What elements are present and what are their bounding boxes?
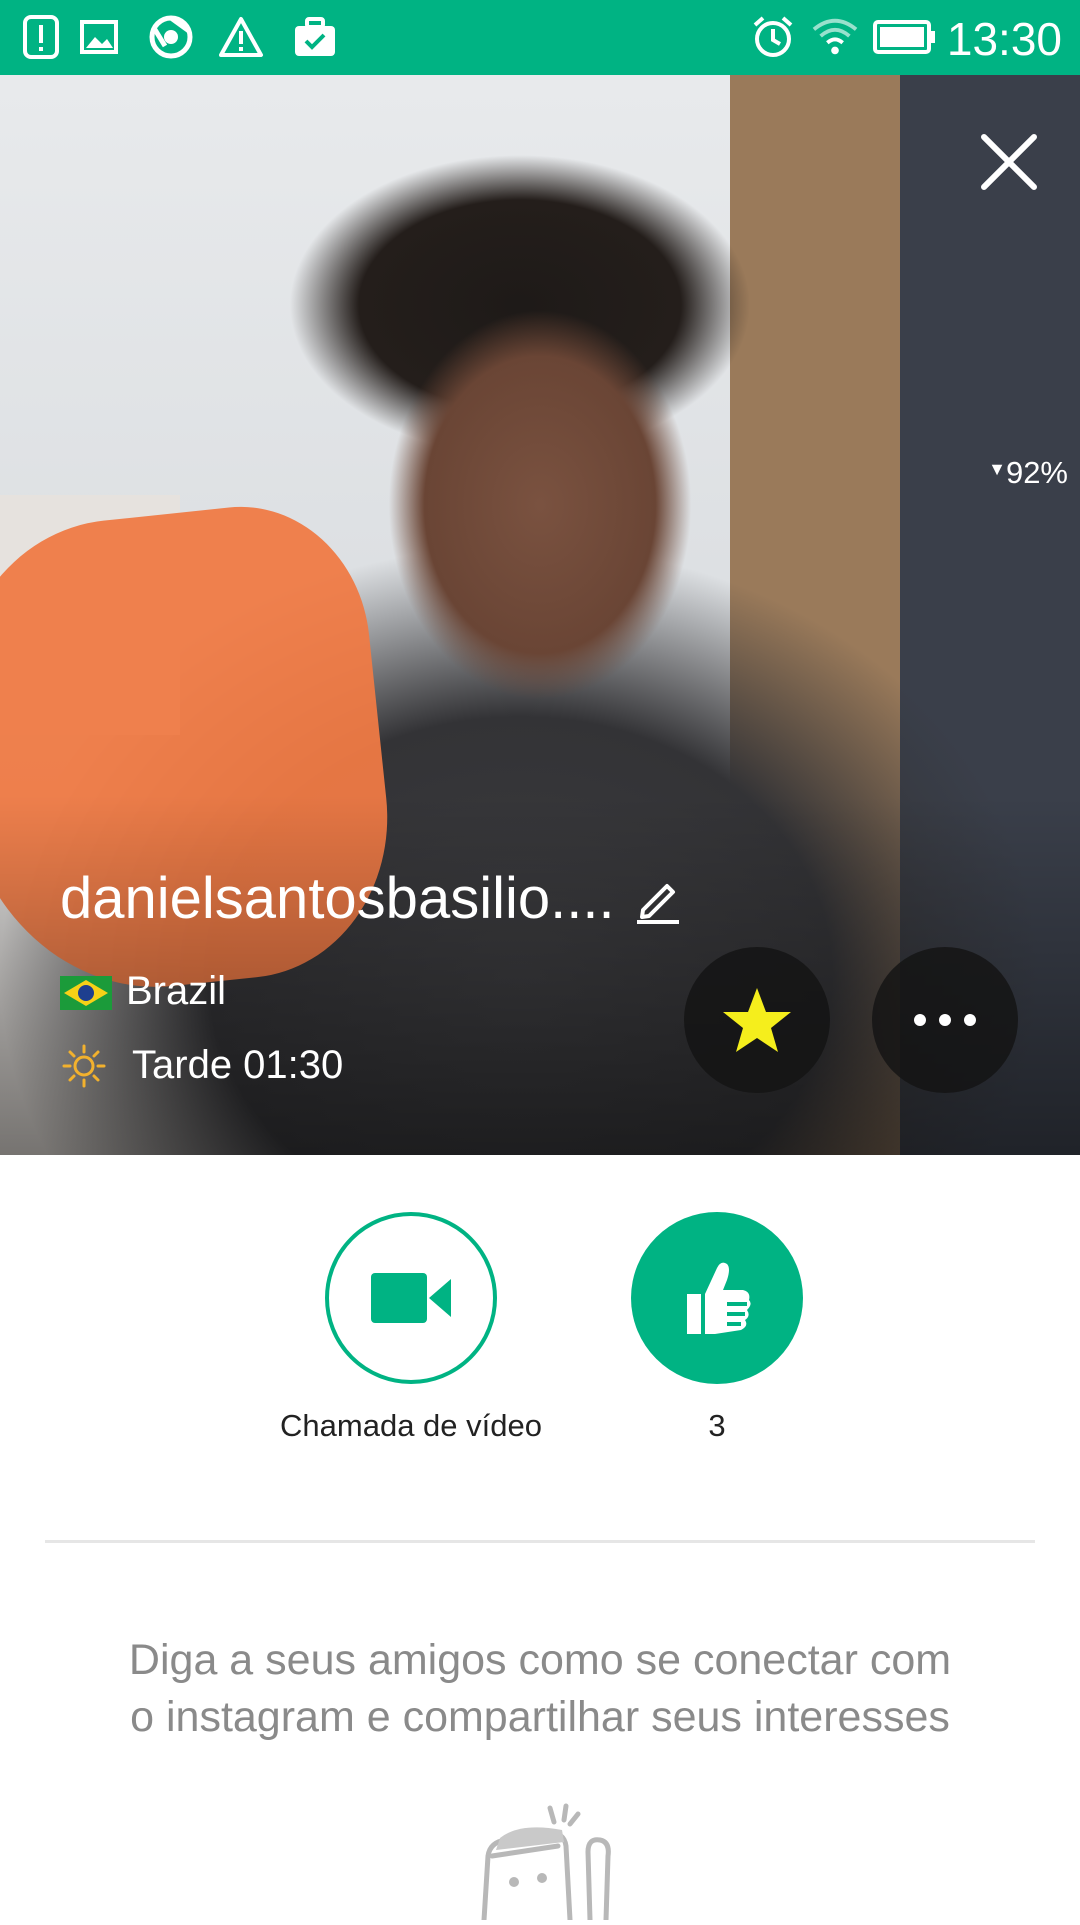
battery-icon — [872, 14, 938, 60]
small-triangle-icon: ▼ — [988, 459, 1006, 479]
divider — [45, 1540, 1035, 1543]
country-label: Brazil — [126, 969, 227, 1013]
alarm-icon — [750, 14, 796, 60]
promo-illustration — [470, 1800, 650, 1923]
instagram-promo-text: Diga a seus amigos como se conectar com … — [128, 1636, 952, 1741]
like-action[interactable]: 3 — [577, 1212, 857, 1444]
username: danielsantosbasilio.... — [60, 866, 615, 931]
brazil-flag-icon — [60, 975, 112, 1010]
video-camera-icon — [371, 1273, 451, 1323]
alert-icon — [18, 14, 64, 60]
profile-photo: ▼92% danielsantosbasilio.... Brazil Tard… — [0, 75, 1080, 1155]
sun-icon — [62, 1044, 106, 1088]
chrome-icon — [148, 14, 194, 60]
close-button[interactable] — [974, 127, 1044, 197]
local-time-label: Tarde 01:30 — [132, 1043, 344, 1087]
more-dots-icon — [914, 1014, 976, 1026]
favorite-button[interactable] — [684, 947, 830, 1093]
thumbs-up-icon — [687, 1262, 751, 1334]
local-time-row: Tarde 01:30 — [62, 1043, 343, 1088]
more-options-button[interactable] — [872, 947, 1018, 1093]
match-percent: ▼92% — [988, 455, 1068, 491]
video-call-label: Chamada de vídeo — [280, 1408, 542, 1443]
edit-icon[interactable] — [633, 874, 683, 924]
close-icon — [981, 134, 1037, 190]
status-time: 13:30 — [946, 13, 1062, 65]
match-percent-value: 92% — [1005, 455, 1068, 490]
like-button[interactable] — [631, 1212, 803, 1384]
warning-icon — [218, 14, 264, 60]
country-row: Brazil — [60, 969, 226, 1014]
username-row: danielsantosbasilio.... — [60, 865, 683, 932]
video-call-button[interactable] — [325, 1212, 497, 1384]
likes-count: 3 — [708, 1408, 726, 1443]
video-call-action[interactable]: Chamada de vídeo — [271, 1212, 551, 1444]
image-icon — [76, 14, 122, 60]
star-icon — [723, 988, 791, 1052]
wifi-icon — [812, 14, 858, 60]
status-bar: 13:30 — [0, 0, 1080, 75]
briefcase-check-icon — [292, 14, 338, 60]
